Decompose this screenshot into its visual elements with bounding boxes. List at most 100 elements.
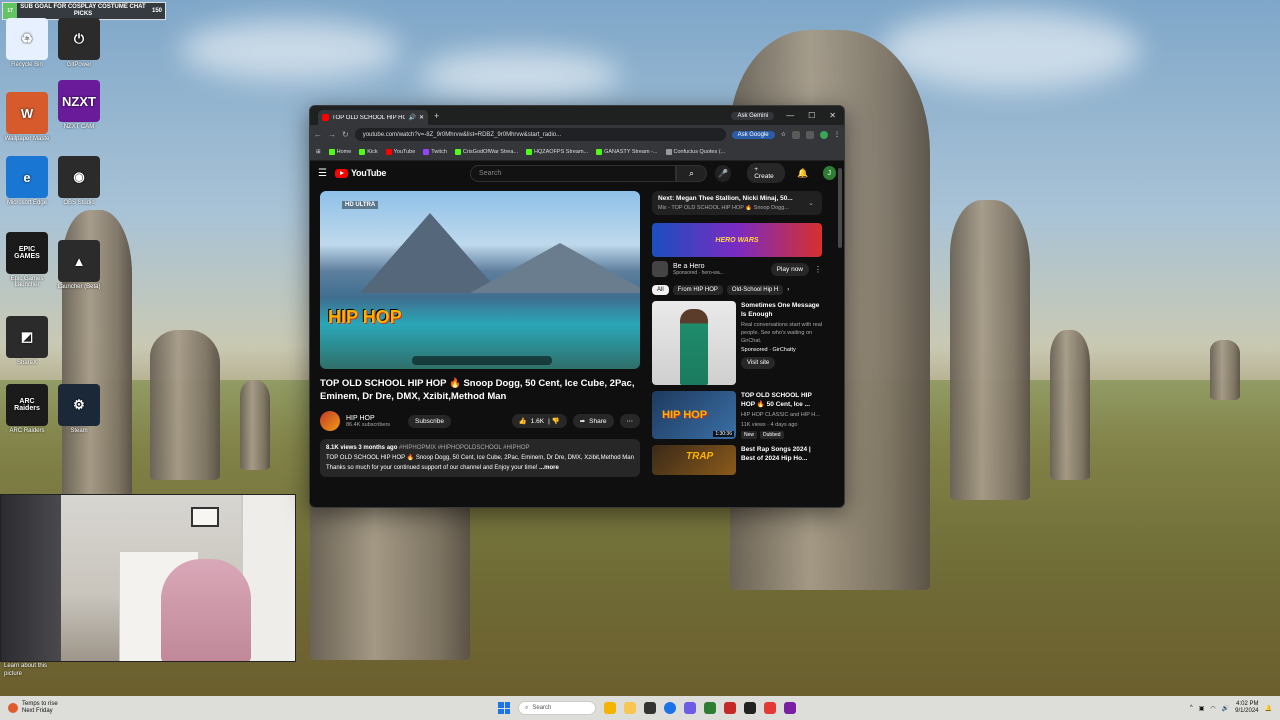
menu-icon[interactable]: ☰ <box>318 168 327 179</box>
rec-thumbnail[interactable]: TRAP <box>652 445 736 475</box>
chevron-up-icon[interactable]: ^ <box>1190 705 1193 711</box>
next-in-mix[interactable]: Next: Megan Thee Stallion, Nicki Minaj, … <box>652 191 822 215</box>
desktop-icon[interactable]: ⚙ Steam <box>52 384 106 434</box>
learn-about-picture[interactable]: Learn about this picture <box>4 662 60 678</box>
app-icon[interactable] <box>744 702 756 714</box>
ask-gemini-button[interactable]: Ask Gemini <box>731 111 775 120</box>
share-button[interactable]: ➦ Share <box>572 414 614 428</box>
chevron-down-icon[interactable]: ⌄ <box>808 199 814 207</box>
start-icon[interactable] <box>498 702 510 714</box>
list-item[interactable]: HIP HOP 1:30:36 TOP OLD SCHOOL HIP HOP 🔥… <box>652 391 822 439</box>
bookmark-item[interactable]: Twitch <box>423 149 447 155</box>
close-window-icon[interactable]: ✕ <box>829 111 836 120</box>
desktop-icon[interactable]: NZXT NZXT CAM <box>52 80 106 130</box>
chip-all[interactable]: All <box>652 285 669 295</box>
youtube-logo[interactable]: YouTube <box>334 168 386 178</box>
bookmark-item[interactable]: CrisGodOfWar Strea... <box>454 149 518 155</box>
volume-icon[interactable]: 🔊 <box>1222 705 1229 712</box>
desktop-icon[interactable]: ▲ Launcher (Beta) <box>52 240 106 290</box>
weather-widget[interactable]: Temps to rise Next Friday <box>8 701 58 715</box>
clock[interactable]: 4:02 PM 9/1/2024 <box>1235 701 1258 715</box>
chip-old-school[interactable]: Old-School Hip H <box>726 285 784 295</box>
list-item[interactable]: TRAP Best Rap Songs 2024 | Best of 2024 … <box>652 445 822 475</box>
search-icon[interactable]: ⌕ <box>676 164 707 182</box>
search-input[interactable]: Search <box>470 164 677 182</box>
ad-sponsor: Sponsored · hero-wa... <box>673 269 724 276</box>
app-icon[interactable] <box>724 702 736 714</box>
app-icon[interactable] <box>784 702 796 714</box>
sponsored-ad[interactable]: HERO WARS Be a Hero Sponsored · hero-wa.… <box>652 223 822 277</box>
more-actions-icon[interactable]: ⋯ <box>619 414 640 428</box>
widgets-icon[interactable] <box>604 702 616 714</box>
channel-name[interactable]: HIP HOP <box>346 415 390 422</box>
bookmark-item[interactable]: Home <box>328 149 351 155</box>
notifications-bell-icon[interactable]: 🔔 <box>797 168 808 179</box>
bookmark-star-icon[interactable]: ☆ <box>781 131 786 138</box>
like-button[interactable]: 👍 1.6K | 👎 <box>511 414 567 428</box>
bookmark-item[interactable]: Confucius Quotes (... <box>665 149 725 155</box>
desktop-icon[interactable]: ◉ OBS Studio <box>52 156 106 206</box>
thumbs-down-icon[interactable]: | 👎 <box>548 417 560 425</box>
extensions-puzzle-icon[interactable] <box>806 130 814 139</box>
xbox-icon[interactable] <box>704 702 716 714</box>
scrollbar[interactable] <box>838 168 842 248</box>
ask-google-button[interactable]: Ask Google <box>731 130 775 139</box>
notifications-icon[interactable]: 🔔 <box>1265 705 1272 712</box>
file-explorer-icon[interactable] <box>624 702 636 714</box>
description-tags[interactable]: #HIPHOPMIX #HIPHOPOLDSCHOOL #HIPHOP <box>399 445 529 451</box>
new-tab-button[interactable]: + <box>434 111 439 121</box>
channel-avatar[interactable] <box>320 411 340 431</box>
rec-thumbnail[interactable] <box>652 301 736 385</box>
forward-icon[interactable]: → <box>328 130 336 139</box>
app-icon[interactable] <box>644 702 656 714</box>
tab-youtube[interactable]: TOP OLD SCHOOL HIP HOP 🔊 ✕ <box>318 110 428 125</box>
taskbar-search[interactable]: ⌕ Search <box>518 701 596 715</box>
apps-grid-icon[interactable]: ⊞ <box>316 149 321 155</box>
bookmark-label: YouTube <box>393 149 416 155</box>
bookmark-item[interactable]: Kick <box>359 149 378 155</box>
speaker-icon[interactable]: 🔊 <box>408 114 415 121</box>
avatar[interactable]: J <box>822 166 836 180</box>
video-description[interactable]: 8.1K views 3 months ago #HIPHOPMIX #HIPH… <box>320 439 640 477</box>
close-tab-icon[interactable]: ✕ <box>419 114 424 121</box>
create-button[interactable]: + Create <box>747 163 786 183</box>
subscribe-button[interactable]: Subscribe <box>408 414 451 428</box>
extension-icon[interactable] <box>792 130 800 139</box>
browser-menu-icon[interactable]: ⋮ <box>834 131 840 138</box>
rec-thumbnail[interactable]: HIP HOP 1:30:36 <box>652 391 736 439</box>
wifi-icon[interactable]: ◠ <box>1210 705 1215 712</box>
video-player[interactable]: HD ULTRA HIP HOP <box>320 191 640 369</box>
profile-icon[interactable] <box>820 130 828 139</box>
back-icon[interactable]: ← <box>314 130 322 139</box>
reload-icon[interactable]: ↻ <box>342 130 349 139</box>
chrome-icon[interactable] <box>664 702 676 714</box>
desktop-icon[interactable]: ♻ Recycle Bin <box>0 18 54 68</box>
weather-line2: Next Friday <box>22 708 53 714</box>
desktop-icon[interactable]: ⏻ GitPower <box>52 18 106 68</box>
bookmark-label: HQZAOFPS Stream... <box>534 149 589 155</box>
tray-icon[interactable]: ▣ <box>1199 705 1205 712</box>
maximize-icon[interactable]: ☐ <box>808 111 815 120</box>
list-item[interactable]: Sometimes One Message Is Enough Real con… <box>652 301 822 385</box>
bookmark-item[interactable]: GANASTY Stream -... <box>596 149 658 155</box>
desktop-icon[interactable]: e Microsoft Edge <box>0 156 54 206</box>
bookmark-item[interactable]: YouTube <box>385 149 416 155</box>
url-bar[interactable]: youtube.com/watch?v=-8Z_9r0Mhrvw&list=RD… <box>354 128 726 141</box>
mic-icon[interactable]: 🎤 <box>714 164 732 182</box>
app-icon[interactable] <box>684 702 696 714</box>
desktop-icon[interactable]: W Wallpaper Maste <box>0 92 54 142</box>
ad-menu-icon[interactable]: ⋮ <box>814 265 822 274</box>
show-more-link[interactable]: ...more <box>539 465 559 471</box>
ad-banner[interactable]: HERO WARS <box>652 223 822 257</box>
app-icon[interactable] <box>764 702 776 714</box>
player-controls[interactable] <box>412 356 552 365</box>
desktop-icon[interactable]: ◩ ShareX <box>0 316 54 366</box>
chevron-right-icon[interactable]: › <box>787 287 789 293</box>
bookmark-item[interactable]: HQZAOFPS Stream... <box>526 149 588 155</box>
minimize-icon[interactable]: — <box>786 111 794 120</box>
visit-site-button[interactable]: Visit site <box>741 357 776 369</box>
play-now-button[interactable]: Play now <box>770 262 809 276</box>
desktop-icon[interactable]: EPIC GAMES Epic Games Launcher <box>0 232 54 288</box>
desktop-icon[interactable]: ARC Raiders ARC Raiders <box>0 384 54 434</box>
chip-from-hip-hop[interactable]: From HIP HOP <box>672 285 723 295</box>
